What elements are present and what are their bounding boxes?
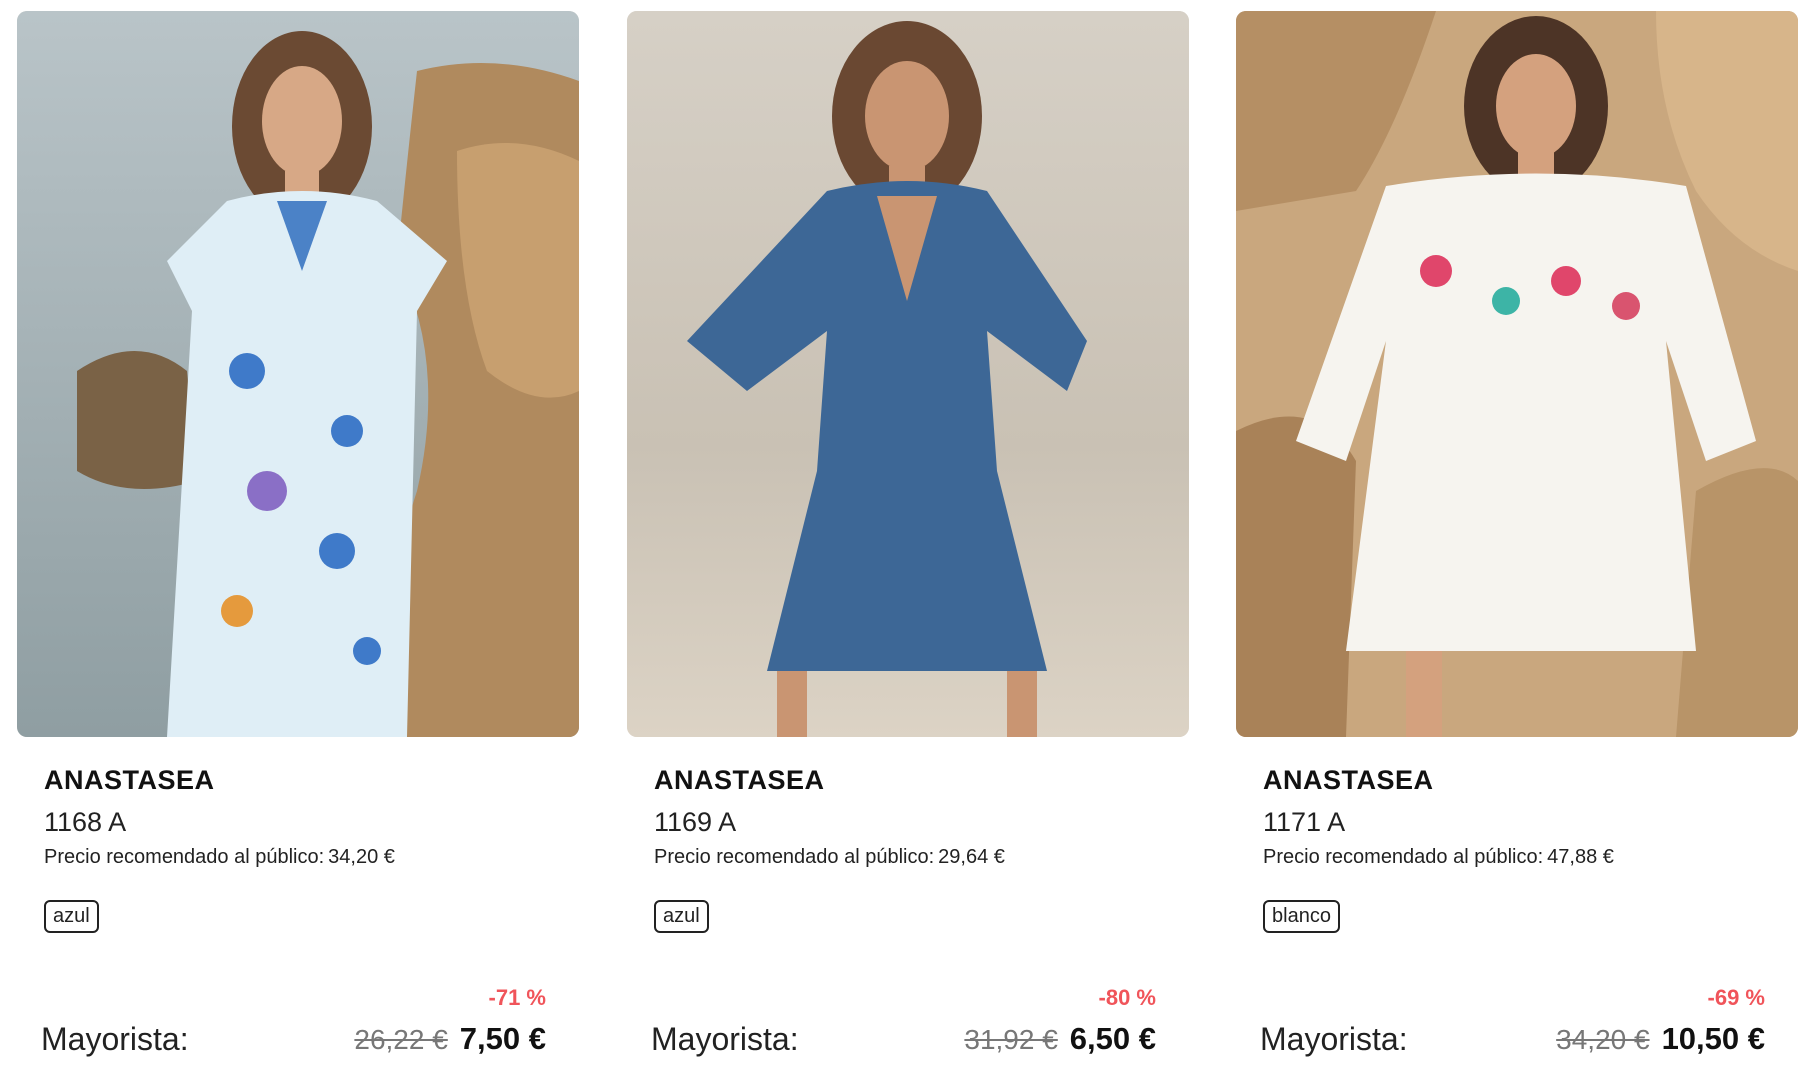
rrp-label: Precio recomendado al público:: [1263, 846, 1544, 868]
old-price: 31,92 €: [964, 1024, 1058, 1055]
color-tag[interactable]: blanco: [1263, 900, 1340, 933]
wholesale-label: Mayorista:: [651, 1021, 799, 1057]
product-reference[interactable]: 1169 A: [654, 807, 736, 838]
product-image[interactable]: [17, 11, 579, 737]
color-tag[interactable]: azul: [654, 900, 709, 933]
price-box: 26,22 € 7,50 €: [354, 1021, 546, 1057]
old-price: 26,22 €: [354, 1024, 448, 1055]
new-price: 7,50 €: [459, 1021, 546, 1056]
product-image[interactable]: [1236, 11, 1798, 737]
rrp-label: Precio recomendado al público:: [654, 846, 935, 868]
product-card[interactable]: ANASTASEA 1171 A Precio recomendado al p…: [1236, 0, 1800, 1075]
rrp-value: 29,64 €: [938, 846, 1005, 868]
new-price: 10,50 €: [1661, 1021, 1765, 1056]
wholesale-label: Mayorista:: [1260, 1021, 1408, 1057]
brand-name[interactable]: ANASTASEA: [654, 765, 825, 796]
discount-badge: -80 %: [1098, 985, 1156, 1010]
recommended-price: Precio recomendado al público: 34,20 €: [44, 846, 395, 869]
brand-name[interactable]: ANASTASEA: [44, 765, 215, 796]
product-card[interactable]: ANASTASEA 1168 A Precio recomendado al p…: [17, 0, 581, 1075]
new-price: 6,50 €: [1069, 1021, 1156, 1056]
old-price: 34,20 €: [1556, 1024, 1650, 1055]
rrp-value: 34,20 €: [328, 846, 395, 868]
product-image[interactable]: [627, 11, 1189, 737]
price-box: 34,20 € 10,50 €: [1556, 1021, 1765, 1057]
product-grid: ANASTASEA 1168 A Precio recomendado al p…: [0, 0, 1800, 1075]
rrp-label: Precio recomendado al público:: [44, 846, 325, 868]
discount-badge: -69 %: [1707, 985, 1765, 1010]
discount-badge: -71 %: [488, 985, 546, 1010]
product-reference[interactable]: 1171 A: [1263, 807, 1345, 838]
product-reference[interactable]: 1168 A: [44, 807, 126, 838]
rrp-value: 47,88 €: [1547, 846, 1614, 868]
price-box: 31,92 € 6,50 €: [964, 1021, 1156, 1057]
brand-name[interactable]: ANASTASEA: [1263, 765, 1434, 796]
recommended-price: Precio recomendado al público: 47,88 €: [1263, 846, 1614, 869]
wholesale-label: Mayorista:: [41, 1021, 189, 1057]
product-card[interactable]: ANASTASEA 1169 A Precio recomendado al p…: [627, 0, 1191, 1075]
recommended-price: Precio recomendado al público: 29,64 €: [654, 846, 1005, 869]
color-tag[interactable]: azul: [44, 900, 99, 933]
